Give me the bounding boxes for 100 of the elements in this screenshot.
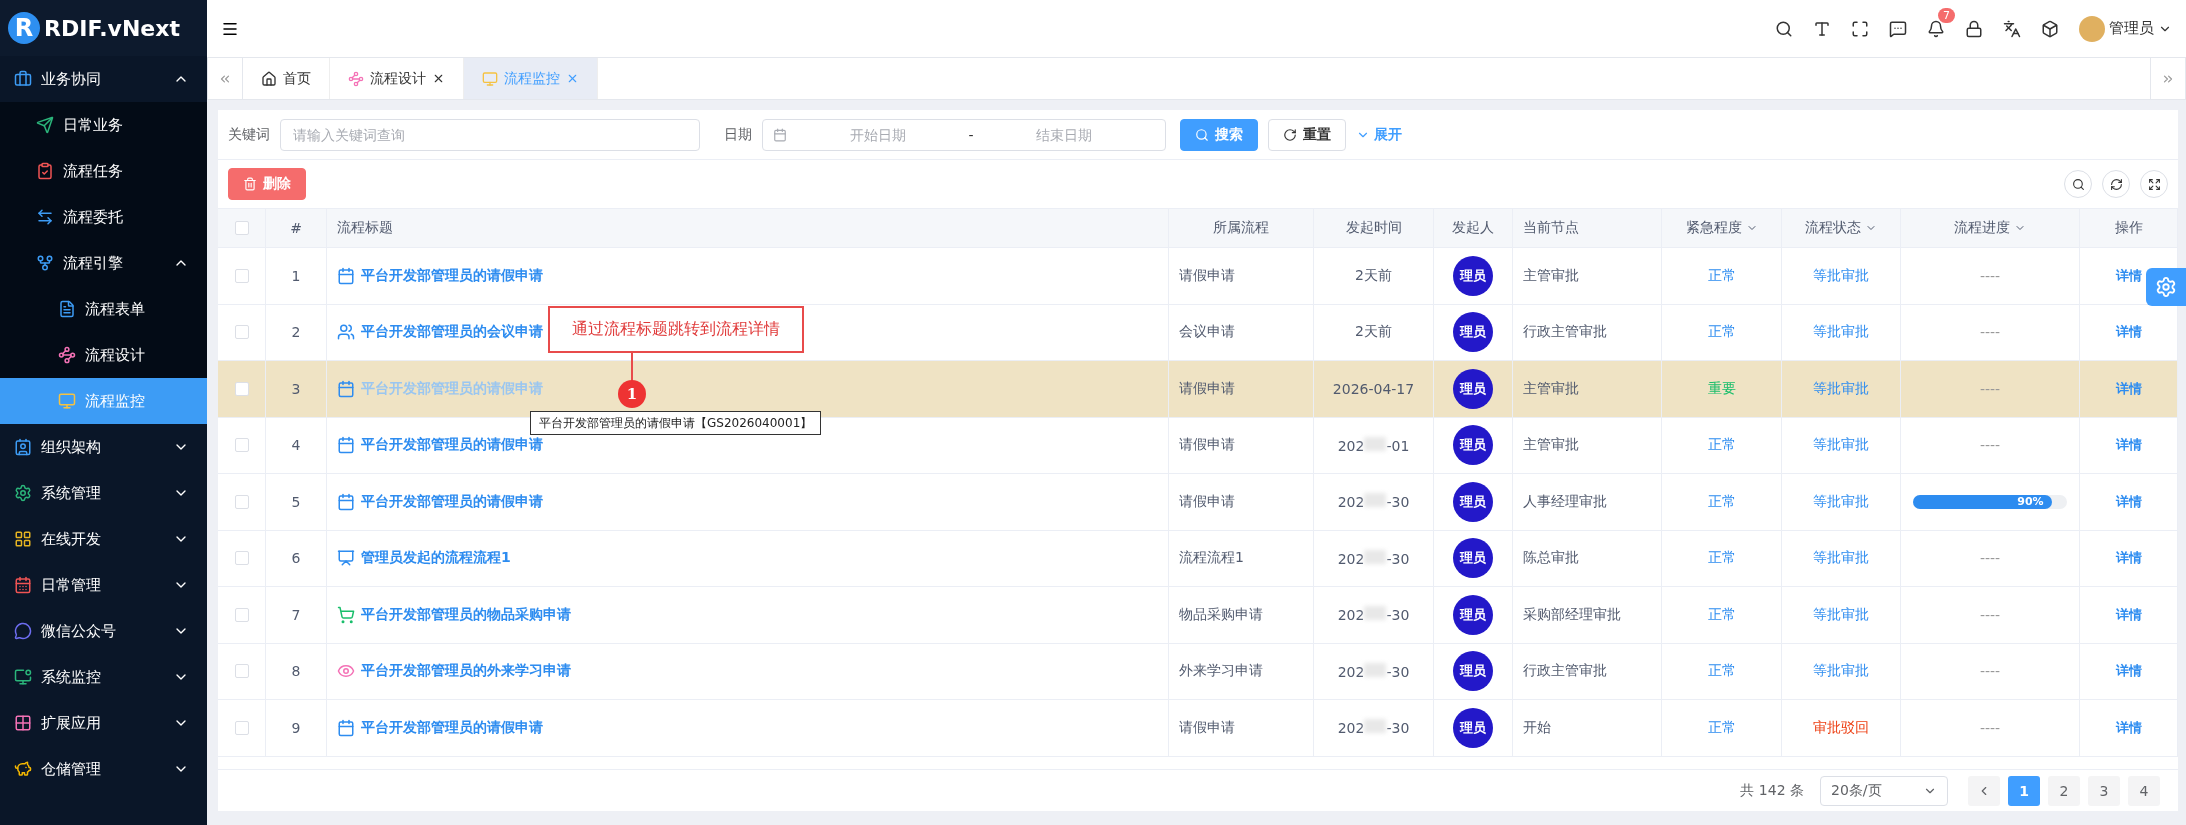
translate-icon[interactable] [2003, 19, 2021, 38]
menu-item-icon [58, 392, 76, 410]
table-row[interactable]: 7 平台开发部管理员的物品采购申请 物品采购申请 202 -30 理员 采购部经理审批 正常 等批审批 ---- 详情 [218, 587, 2178, 644]
notification-badge: 7 [1938, 7, 1955, 23]
menu-item-icon [14, 576, 32, 594]
search-icon[interactable] [1775, 19, 1793, 38]
row-checkbox[interactable] [234, 494, 249, 509]
title-tooltip: 平台开发部管理员的请假申请【GS2026040001】 [530, 411, 822, 435]
urgency-label: 正常 [1707, 662, 1736, 681]
date-range-field[interactable]: 开始日期 - 结束日期 [762, 118, 1166, 151]
menu-item-icon [14, 70, 32, 88]
reset-button[interactable]: 重置 [1268, 118, 1346, 151]
column-header: 所属流程 [1169, 209, 1314, 247]
sidebar-item[interactable]: 流程委托 [0, 194, 207, 240]
sidebar-item[interactable]: 日常业务 [0, 102, 207, 148]
user-name[interactable]: 管理员 [2109, 19, 2154, 38]
leader-line [631, 353, 633, 381]
process-name: 请假申请 [1169, 700, 1314, 756]
table-row[interactable]: 5 平台开发部管理员的请假申请 请假申请 202 -30 理员 人事经理审批 正常 等批审批 90% 详情 [218, 474, 2178, 531]
row-checkbox[interactable] [234, 720, 249, 735]
sidebar-item[interactable]: 流程表单 [0, 286, 207, 332]
row-checkbox[interactable] [234, 664, 249, 679]
select-all-checkbox[interactable] [234, 221, 249, 235]
menu-item-icon [14, 438, 32, 456]
column-header[interactable]: 流程状态 [1782, 209, 1901, 247]
start-time: 202 -30 [1337, 662, 1410, 680]
empty-progress: ---- [1979, 267, 2001, 284]
process-type-icon [337, 323, 355, 342]
row-number: 4 [266, 417, 327, 473]
process-type-icon [337, 379, 355, 398]
menu-item-icon [36, 162, 54, 180]
bell-icon[interactable] [1927, 19, 1945, 38]
page-button[interactable]: 3 [2088, 775, 2120, 806]
search-button[interactable] [2064, 170, 2092, 198]
current-node: 主管审批 [1513, 361, 1662, 417]
lock-icon[interactable] [1965, 19, 1983, 38]
previous-page-button[interactable] [1968, 775, 2000, 806]
column-header: 当前节点 [1513, 209, 1662, 247]
empty-progress: ---- [1979, 663, 2001, 680]
process-type-icon [337, 436, 355, 455]
page-button[interactable]: 2 [2048, 775, 2080, 806]
page-size-select[interactable]: 20条/页 [1820, 775, 1948, 806]
sidebar-item[interactable]: 流程任务 [0, 148, 207, 194]
settings-button[interactable] [2146, 268, 2186, 306]
total-count: 共 142 条 [1740, 781, 1804, 800]
row-number: 6 [266, 530, 327, 586]
message-icon[interactable] [1889, 19, 1907, 38]
initiator-avatar: 理员 [1453, 538, 1493, 579]
keyword-field[interactable]: 请输入关键词查询 [280, 118, 700, 151]
start-time: 2天前 [1355, 323, 1392, 342]
initiator-avatar: 理员 [1453, 425, 1493, 466]
close-icon[interactable] [432, 72, 445, 85]
menu-item-icon [14, 760, 32, 778]
menu-item-icon [36, 116, 54, 134]
process-name: 流程流程1 [1169, 530, 1314, 586]
table-row[interactable]: 8 平台开发部管理员的外来学习申请 外来学习申请 202 -30 理员 行政主管审批 正常 等批审批 ---- 详情 [218, 643, 2178, 700]
current-node: 人事经理审批 [1513, 474, 1662, 530]
column-header[interactable]: 紧急程度 [1662, 209, 1782, 247]
table-row[interactable]: 9 平台开发部管理员的请假申请 请假申请 202 -30 理员 开始 正常 审批驳回 ---- 详情 [218, 700, 2178, 757]
urgency-label: 正常 [1707, 718, 1736, 737]
trash-icon [243, 177, 257, 191]
status-label: 等批审批 [1813, 605, 1869, 624]
tab-icon [261, 70, 277, 87]
table-row[interactable]: 6 管理员发起的流程流程1 流程流程1 202 -30 理员 陈总审批 正常 等批审批 ---- 详情 [218, 530, 2178, 587]
scroll-right-icon[interactable] [2150, 58, 2186, 99]
row-checkbox[interactable] [234, 268, 249, 283]
row-number: 8 [266, 643, 327, 699]
fullscreen-icon[interactable] [1851, 19, 1869, 38]
avatar[interactable] [2079, 15, 2105, 42]
empty-progress: ---- [1979, 437, 2001, 454]
text-size-icon[interactable] [1813, 19, 1831, 38]
column-header: 流程标题 [327, 209, 1169, 247]
table-row[interactable]: 1 平台开发部管理员的请假申请 请假申请 2天前 理员 主管审批 正常 等批审批 ---- 详情 [218, 248, 2178, 305]
sidebar-item[interactable]: 流程设计 [0, 332, 207, 378]
row-number: 1 [266, 248, 327, 304]
row-checkbox[interactable] [234, 325, 249, 340]
row-checkbox[interactable] [234, 438, 249, 453]
menu-item-icon [36, 254, 54, 272]
cube-icon[interactable] [2041, 19, 2059, 38]
empty-progress: ---- [1979, 550, 2001, 567]
refresh-button[interactable] [2102, 170, 2130, 198]
urgency-label: 正常 [1707, 492, 1736, 511]
page-button[interactable]: 4 [2128, 775, 2160, 806]
empty-progress: ---- [1979, 719, 2001, 736]
sidebar-item[interactable]: 流程引擎 [0, 240, 207, 286]
row-checkbox[interactable] [234, 551, 249, 566]
column-header[interactable]: 流程进度 [1901, 209, 2080, 247]
row-checkbox[interactable] [234, 607, 249, 622]
initiator-avatar: 理员 [1453, 481, 1493, 522]
fullscreen-button[interactable] [2140, 170, 2168, 198]
current-node: 行政主管审批 [1513, 643, 1662, 699]
current-node: 行政主管审批 [1513, 304, 1662, 360]
status-label: 等批审批 [1813, 549, 1869, 568]
status-label: 等批审批 [1813, 266, 1869, 285]
initiator-avatar: 理员 [1453, 651, 1493, 692]
menu-item-icon [14, 714, 32, 732]
row-number: 5 [266, 474, 327, 530]
row-checkbox[interactable] [234, 381, 249, 396]
status-label: 等批审批 [1813, 436, 1869, 455]
keyword-label: 关键词 [228, 125, 270, 144]
